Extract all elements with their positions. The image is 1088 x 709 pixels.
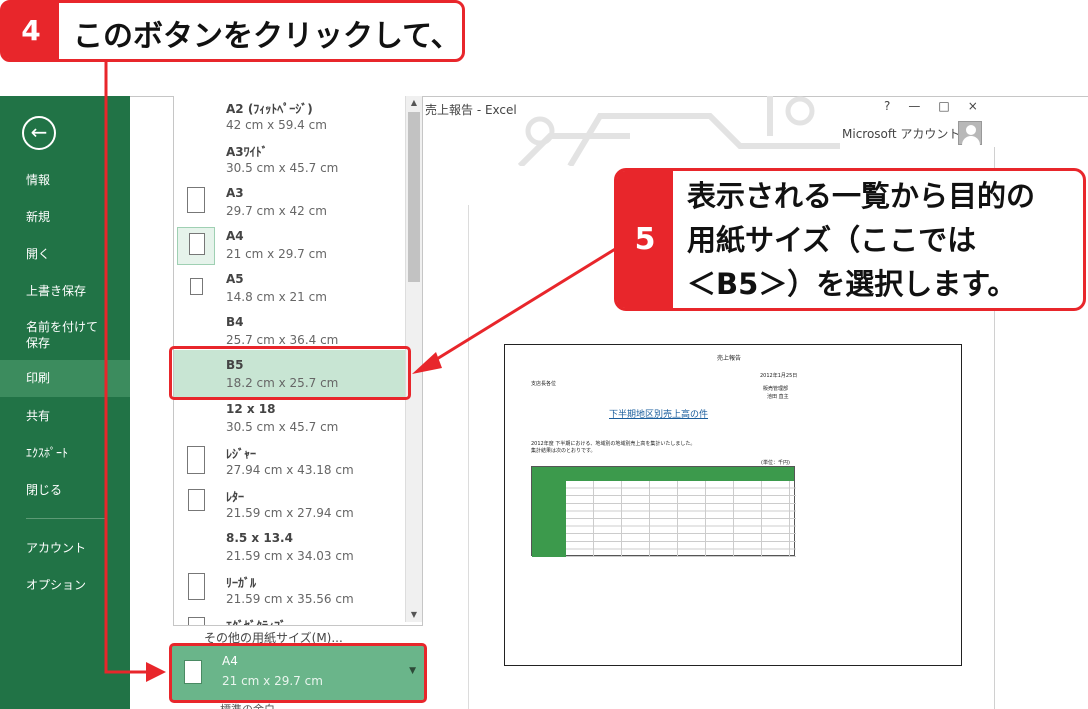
preview-unit: (単位：千円) xyxy=(761,460,790,466)
paper-item-dims: 30.5 cm x 45.7 cm xyxy=(226,420,339,434)
back-arrow-icon[interactable]: ← xyxy=(22,116,56,150)
account-menu[interactable]: Microsoft アカウント ▾ xyxy=(842,125,970,142)
preview-body-line2: 集計結果は次のとおりです。 xyxy=(531,448,596,454)
step5-text-line3: ＜B5＞）を選択します。 xyxy=(687,267,1017,301)
a4-highlight-frame xyxy=(169,643,427,703)
step5-callout: 5 表示される一覧から目的の 用紙サイズ（ここでは ＜B5＞）を選択します。 xyxy=(614,168,1086,311)
preview-title: 売上報告 xyxy=(717,355,742,362)
nav-save-as[interactable]: 名前を付けて 保存 xyxy=(0,319,130,351)
paper-icon xyxy=(189,233,205,255)
paper-item-dims: 42 cm x 59.4 cm xyxy=(226,118,327,132)
circuit-pattern-decoration xyxy=(517,96,840,166)
paper-item-name: ｴｸﾞｾﾞｸﾃｨﾌﾞ xyxy=(226,619,287,626)
step5-number: 5 xyxy=(617,171,673,308)
step5-text-line1: 表示される一覧から目的の xyxy=(687,179,1036,213)
paper-item-name: ﾘｰｶﾞﾙ xyxy=(226,576,257,590)
paper-item-name: ﾚﾀｰ xyxy=(226,490,245,504)
paper-item-name: A3 xyxy=(226,186,244,200)
step5-text-line2: 用紙サイズ（ここでは xyxy=(687,223,977,257)
nav-open[interactable]: 開く xyxy=(0,246,130,262)
help-icon[interactable]: ? xyxy=(884,99,908,113)
preview-heading: 下半期地区別売上高の件 xyxy=(609,410,709,420)
paper-item-dims: 30.5 cm x 45.7 cm xyxy=(226,161,339,175)
pane-divider xyxy=(468,205,469,709)
paper-icon xyxy=(188,617,205,625)
paper-item-name: 12 x 18 xyxy=(226,402,276,416)
preview-table-rowheaders xyxy=(532,481,566,557)
preview-table-header xyxy=(532,467,794,481)
paper-item-dims: 14.8 cm x 21 cm xyxy=(226,290,327,304)
paper-item-12x18[interactable]: 12 x 18 30.5 cm x 45.7 cm xyxy=(174,398,406,441)
preview-dept: 販売管理部 xyxy=(763,386,789,392)
paper-item-dims: 25.7 cm x 36.4 cm xyxy=(226,333,339,347)
nav-separator xyxy=(26,518,106,519)
paper-item-letter[interactable]: ﾚﾀｰ 21.59 cm x 27.94 cm xyxy=(174,484,406,527)
paper-item-name: B4 xyxy=(226,315,244,329)
paper-item-dims: 21.59 cm x 34.03 cm xyxy=(226,549,354,563)
paper-item-a5[interactable]: A5 14.8 cm x 21 cm xyxy=(174,268,406,311)
nav-print[interactable]: 印刷 xyxy=(0,360,130,397)
b5-highlight-frame xyxy=(169,346,411,400)
paper-item-name: A3ﾜｲﾄﾞ xyxy=(226,145,268,159)
nav-close[interactable]: 閉じる xyxy=(0,482,130,498)
paper-item-executive[interactable]: ｴｸﾞｾﾞｸﾃｨﾌﾞ xyxy=(174,613,406,626)
nav-account[interactable]: アカウント xyxy=(0,540,130,556)
paper-icon xyxy=(190,278,203,295)
paper-item-name: ﾚｼﾞｬｰ xyxy=(226,447,257,461)
print-preview-page: 売上報告 2012年1月25日 支店長各位 販売管理部 池田 直主 下半期地区別… xyxy=(504,344,962,666)
paper-icon xyxy=(188,573,205,600)
step4-text: このボタンをクリックして、 xyxy=(73,19,461,54)
preview-table xyxy=(531,466,796,557)
nav-export[interactable]: ｴｸｽﾎﾟｰﾄ xyxy=(0,445,130,461)
nav-save-as-line1: 名前を付けて xyxy=(26,320,99,334)
paper-item-dims: 21 cm x 29.7 cm xyxy=(226,247,327,261)
paper-icon xyxy=(188,489,205,511)
paper-item-dims: 29.7 cm x 42 cm xyxy=(226,204,327,218)
paper-item-ledger[interactable]: ﾚｼﾞｬｰ 27.94 cm x 43.18 cm xyxy=(174,441,406,484)
paper-item-name: A5 xyxy=(226,272,244,286)
paper-item-legal[interactable]: ﾘｰｶﾞﾙ 21.59 cm x 35.56 cm xyxy=(174,570,406,613)
minimize-icon[interactable]: — xyxy=(908,99,938,113)
paper-item-a2[interactable]: A2 (ﾌｨｯﾄﾍﾟｰｼﾞ) 42 cm x 59.4 cm xyxy=(174,96,406,139)
preview-to: 支店長各位 xyxy=(531,381,557,387)
paper-item-name: A2 (ﾌｨｯﾄﾍﾟｰｼﾞ) xyxy=(226,102,313,116)
window-controls[interactable]: ?—□× xyxy=(884,99,996,113)
paper-item-a3-wide[interactable]: A3ﾜｲﾄﾞ 30.5 cm x 45.7 cm xyxy=(174,139,406,182)
paper-item-dims: 21.59 cm x 27.94 cm xyxy=(226,506,354,520)
nav-options[interactable]: オプション xyxy=(0,577,130,593)
paper-icon xyxy=(187,446,205,474)
preview-date: 2012年1月25日 xyxy=(760,373,798,379)
paper-item-a4[interactable]: A4 21 cm x 29.7 cm xyxy=(174,225,406,268)
preview-name: 池田 直主 xyxy=(767,394,789,400)
paper-item-a3[interactable]: A3 29.7 cm x 42 cm xyxy=(174,182,406,225)
nav-info[interactable]: 情報 xyxy=(0,172,130,188)
paper-item-name: A4 xyxy=(226,229,244,243)
paper-item-dims: 21.59 cm x 35.56 cm xyxy=(226,592,354,606)
nav-save[interactable]: 上書き保存 xyxy=(0,283,130,299)
nav-share[interactable]: 共有 xyxy=(0,408,130,424)
nav-new[interactable]: 新規 xyxy=(0,209,130,225)
paper-item-dims: 27.94 cm x 43.18 cm xyxy=(226,463,354,477)
close-icon[interactable]: × xyxy=(968,99,996,113)
paper-icon xyxy=(187,187,205,213)
nav-save-as-line2: 保存 xyxy=(26,336,51,350)
paper-item-8-5x13-4[interactable]: 8.5 x 13.4 21.59 cm x 34.03 cm xyxy=(174,527,406,570)
scroll-down-icon[interactable]: ▼ xyxy=(406,608,422,622)
preview-body-line1: 2012年度 下半期における、地域別の地域別売上高を集計いたしました。 xyxy=(531,441,696,447)
maximize-icon[interactable]: □ xyxy=(938,99,967,113)
scroll-up-icon[interactable]: ▲ xyxy=(406,96,422,110)
avatar[interactable] xyxy=(958,121,982,145)
step4-callout: 4 このボタンをクリックして、 xyxy=(0,0,465,62)
window-title: 売上報告 - Excel xyxy=(425,103,517,117)
paper-item-name: 8.5 x 13.4 xyxy=(226,531,293,545)
scroll-thumb[interactable] xyxy=(408,112,420,282)
step4-number: 4 xyxy=(3,3,59,59)
preview-table-cells xyxy=(566,481,796,557)
